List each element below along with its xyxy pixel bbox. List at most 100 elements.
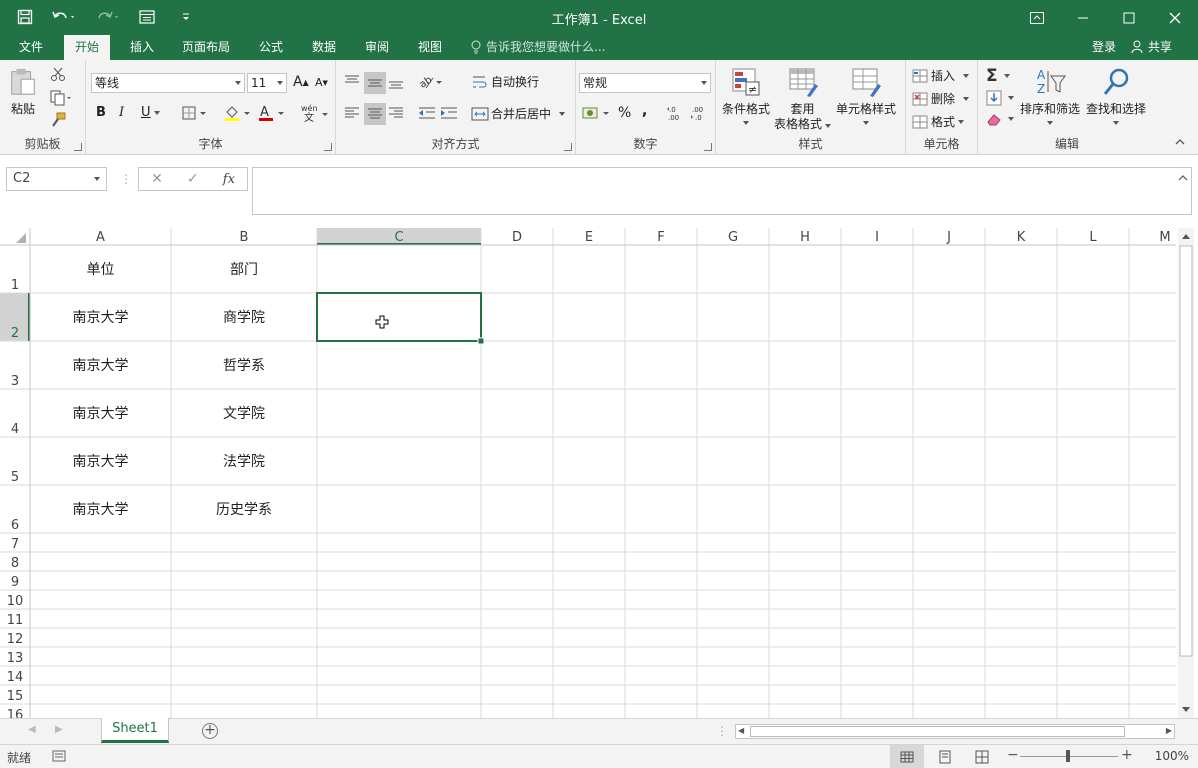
- zoom-in-button[interactable]: +: [1121, 747, 1133, 763]
- name-box[interactable]: C2: [6, 167, 107, 191]
- row-header-15[interactable]: 15: [7, 689, 24, 704]
- row-header-2[interactable]: 2: [11, 326, 19, 341]
- tab-data[interactable]: 数据: [301, 35, 347, 60]
- shrink-font-button[interactable]: A ▼: [315, 76, 328, 89]
- column-header-K[interactable]: K: [1017, 230, 1026, 245]
- column-header-G[interactable]: G: [728, 230, 738, 245]
- page-break-view-button[interactable]: [975, 750, 989, 767]
- zoom-out-button[interactable]: −: [1007, 747, 1019, 763]
- insert-function-button[interactable]: fx: [223, 172, 235, 187]
- cell-B2[interactable]: 商学院: [223, 310, 265, 326]
- insert-cells-button[interactable]: 插入: [912, 67, 970, 84]
- column-header-D[interactable]: D: [512, 230, 522, 245]
- prev-sheet-icon[interactable]: ◀: [28, 724, 36, 735]
- row-header-11[interactable]: 11: [7, 613, 24, 628]
- horizontal-scrollbar[interactable]: ◀ ▶: [735, 724, 1175, 739]
- font-launcher[interactable]: [324, 143, 332, 151]
- cell-A3[interactable]: 南京大学: [73, 358, 129, 374]
- row-header-16[interactable]: 16: [7, 708, 24, 718]
- add-sheet-button[interactable]: +: [202, 723, 218, 739]
- expand-formula-bar-button[interactable]: [1178, 171, 1188, 185]
- align-middle-button[interactable]: [364, 72, 386, 94]
- conditional-format-button[interactable]: ≠ 条件格式: [722, 66, 770, 125]
- zoom-level[interactable]: 100%: [1155, 749, 1189, 763]
- fill-color-button[interactable]: [224, 104, 252, 122]
- row-header-10[interactable]: 10: [7, 594, 24, 609]
- cell-A4[interactable]: 南京大学: [73, 406, 129, 422]
- cell-B4[interactable]: 文学院: [223, 406, 265, 422]
- scroll-left-icon[interactable]: ◀: [738, 726, 744, 735]
- format-cells-button[interactable]: 格式: [912, 113, 965, 130]
- tab-view[interactable]: 视图: [407, 35, 453, 60]
- column-header-L[interactable]: L: [1089, 230, 1097, 245]
- tab-file[interactable]: 文件: [8, 35, 54, 60]
- column-header-I[interactable]: I: [875, 230, 879, 245]
- font-name-combo[interactable]: 等线: [91, 73, 245, 93]
- alignment-launcher[interactable]: [564, 143, 572, 151]
- percent-button[interactable]: %: [618, 105, 631, 121]
- tell-me-box[interactable]: 告诉我您想要做什么...: [470, 35, 605, 59]
- maximize-button[interactable]: [1106, 0, 1152, 35]
- font-size-combo[interactable]: 11: [247, 73, 287, 93]
- column-header-H[interactable]: H: [800, 230, 810, 245]
- zoom-slider-thumb[interactable]: [1066, 750, 1070, 762]
- horizontal-scroll-thumb[interactable]: [750, 726, 1125, 737]
- normal-view-button[interactable]: [890, 745, 924, 768]
- align-left-button[interactable]: [344, 106, 360, 120]
- align-right-button[interactable]: [388, 106, 404, 120]
- worksheet-canvas[interactable]: A B C D E F G H I J K L M12345678910111213141516单位 部门…: [0, 228, 1198, 718]
- autosum-button[interactable]: Σ: [986, 66, 1010, 86]
- delete-cells-button[interactable]: 删除: [912, 90, 970, 107]
- italic-button[interactable]: I: [119, 105, 124, 120]
- minimize-button[interactable]: [1060, 0, 1106, 35]
- check-icon[interactable]: ✓: [187, 171, 199, 187]
- column-header-J[interactable]: J: [946, 230, 951, 245]
- number-launcher[interactable]: [704, 143, 712, 151]
- tab-home[interactable]: 开始: [64, 35, 111, 60]
- align-bottom-button[interactable]: [388, 74, 404, 90]
- sheet-tab-sheet1[interactable]: Sheet1: [101, 718, 169, 743]
- align-center-button[interactable]: [364, 103, 386, 125]
- bold-button[interactable]: B: [96, 105, 106, 120]
- login-link[interactable]: 登录: [1092, 35, 1116, 59]
- row-header-14[interactable]: 14: [7, 670, 24, 685]
- cell-B6[interactable]: 历史学系: [216, 502, 272, 518]
- number-format-combo[interactable]: 常规: [579, 73, 711, 93]
- tab-formulas[interactable]: 公式: [248, 35, 294, 60]
- tab-insert[interactable]: 插入: [119, 35, 165, 60]
- comma-button[interactable]: ,: [642, 103, 647, 119]
- phonetic-button[interactable]: wén 文: [300, 103, 330, 123]
- selected-cell-border[interactable]: [316, 292, 482, 342]
- row-header-13[interactable]: 13: [7, 651, 24, 666]
- underline-button[interactable]: U: [141, 105, 160, 120]
- copy-button[interactable]: [50, 90, 72, 106]
- clear-button[interactable]: [986, 112, 1014, 126]
- ribbon-display-button[interactable]: [1014, 0, 1060, 35]
- scroll-right-icon[interactable]: ▶: [1166, 726, 1172, 735]
- worksheet-grid[interactable]: A B C D E F G H I J K L M 1 2 3 4 5 6 7 8 9 10 11 12 13 14 15 16 单位 部门…: [0, 228, 1198, 718]
- row-header-8[interactable]: 8: [11, 556, 19, 571]
- cell-styles-button[interactable]: 单元格样式: [836, 66, 896, 125]
- format-painter-button[interactable]: [50, 112, 66, 128]
- wrap-text-button[interactable]: 自动换行: [471, 73, 539, 90]
- format-as-table-button[interactable]: 套用 表格格式: [774, 66, 832, 132]
- cell-A2[interactable]: 南京大学: [73, 310, 129, 326]
- collapse-ribbon-button[interactable]: [1175, 138, 1185, 146]
- formula-input[interactable]: [252, 167, 1192, 215]
- borders-button[interactable]: [182, 106, 208, 120]
- share-button[interactable]: 共享: [1131, 35, 1172, 59]
- clipboard-launcher[interactable]: [74, 143, 82, 151]
- decrease-decimal-button[interactable]: .00.0: [690, 105, 710, 121]
- column-header-B[interactable]: B: [240, 230, 249, 245]
- cell-A5[interactable]: 南京大学: [73, 454, 129, 470]
- row-header-1[interactable]: 1: [11, 278, 19, 293]
- column-header-E[interactable]: E: [585, 230, 593, 245]
- cell-B3[interactable]: 哲学系: [223, 358, 265, 374]
- font-color-button[interactable]: A: [258, 104, 286, 122]
- cell-B1[interactable]: 部门: [230, 262, 258, 278]
- increase-indent-button[interactable]: [440, 106, 458, 120]
- decrease-indent-button[interactable]: [418, 106, 436, 120]
- column-header-F[interactable]: F: [657, 230, 664, 245]
- cancel-icon[interactable]: ✕: [151, 171, 163, 187]
- vertical-scroll-thumb[interactable]: [1179, 245, 1193, 657]
